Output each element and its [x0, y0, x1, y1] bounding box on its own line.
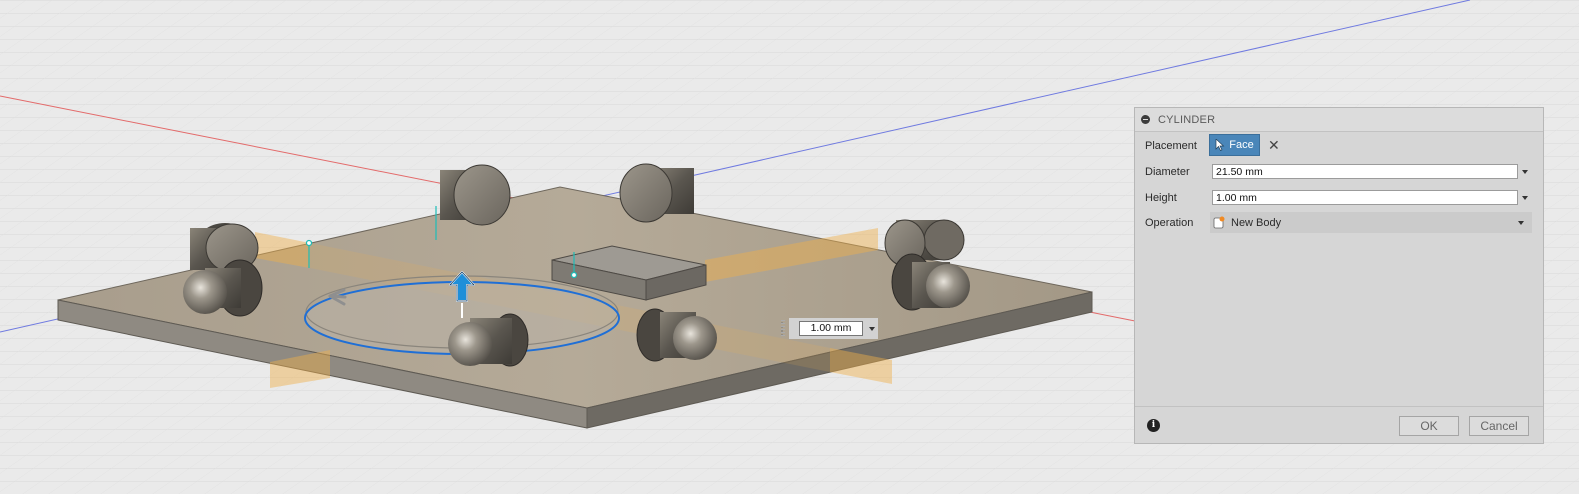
- knob-cylinder[interactable]: [440, 164, 511, 226]
- cursor-icon: [1215, 139, 1225, 151]
- dialog-header: CYLINDER: [1135, 108, 1543, 132]
- ok-button[interactable]: OK: [1399, 416, 1459, 436]
- cylinder-dialog: CYLINDER Placement Face ✕ Diameter 21.50…: [1134, 107, 1544, 444]
- height-row: Height 1.00 mm: [1135, 186, 1545, 210]
- diameter-field[interactable]: 21.50 mm: [1212, 164, 1518, 179]
- chevron-down-icon[interactable]: [1518, 221, 1524, 225]
- chevron-down-icon[interactable]: [1522, 196, 1528, 200]
- operation-select[interactable]: New Body: [1210, 212, 1532, 233]
- height-field[interactable]: 1.00 mm: [1212, 190, 1518, 205]
- operation-row: Operation New Body: [1135, 211, 1545, 235]
- face-select-button[interactable]: Face: [1209, 134, 1260, 156]
- close-icon[interactable]: ✕: [1268, 137, 1280, 153]
- placement-row: Placement Face ✕: [1135, 134, 1545, 158]
- operation-label: Operation: [1145, 217, 1194, 229]
- face-button-label: Face: [1229, 139, 1254, 151]
- dialog-title: CYLINDER: [1158, 113, 1216, 126]
- chevron-down-icon[interactable]: [869, 327, 875, 331]
- height-dimension-input-box: 1.00 mm: [781, 318, 878, 339]
- knob-cylinder[interactable]: [619, 163, 694, 223]
- new-body-icon: [1213, 216, 1225, 229]
- diameter-label: Diameter: [1145, 166, 1190, 178]
- diameter-row: Diameter 21.50 mm: [1135, 160, 1545, 184]
- height-dimension-input[interactable]: 1.00 mm: [799, 321, 863, 336]
- height-label: Height: [1145, 192, 1177, 204]
- dialog-footer: i OK Cancel: [1135, 406, 1543, 443]
- placement-label: Placement: [1145, 140, 1197, 152]
- info-icon[interactable]: i: [1147, 419, 1160, 432]
- operation-value: New Body: [1231, 216, 1282, 229]
- chevron-down-icon[interactable]: [1522, 170, 1528, 174]
- collapse-icon[interactable]: [1141, 115, 1150, 124]
- cancel-button[interactable]: Cancel: [1469, 416, 1529, 436]
- drag-handle[interactable]: [781, 320, 785, 337]
